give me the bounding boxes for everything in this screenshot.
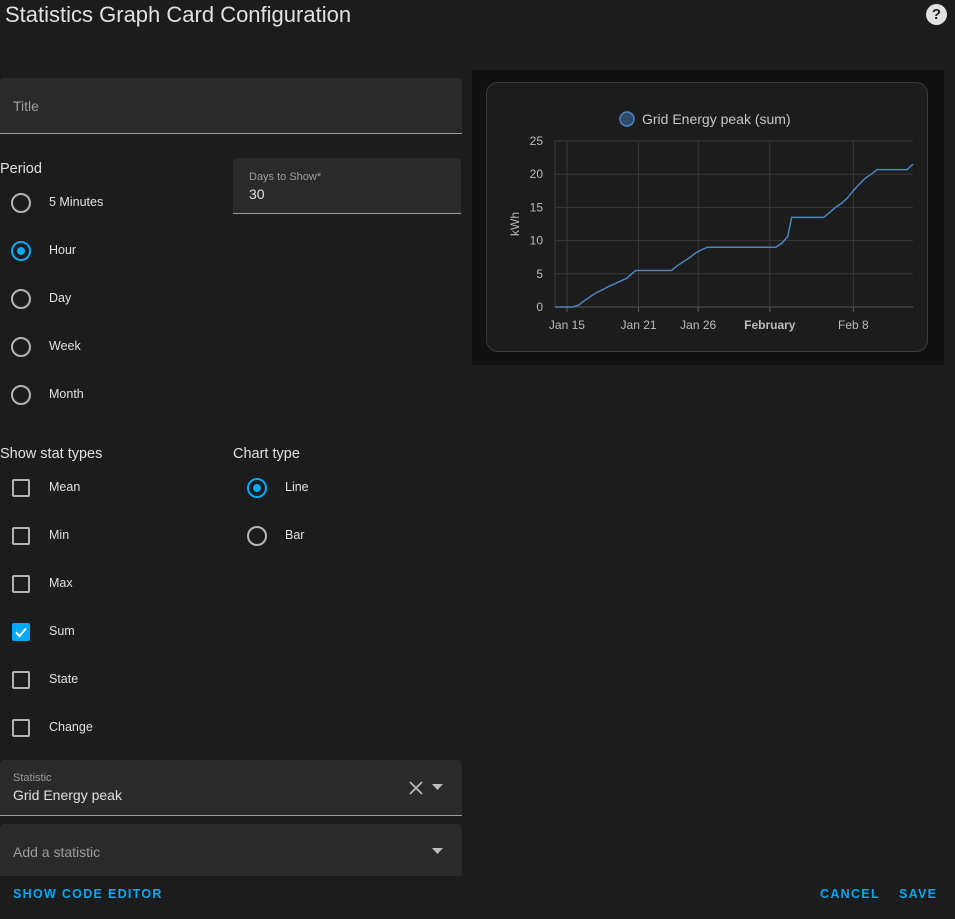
period-option-label: Day	[49, 291, 72, 305]
x-tick-label: Jan 26	[680, 318, 716, 332]
chart-type-label: Chart type	[233, 446, 300, 462]
add-statistic-picker[interactable]: Add a statistic	[0, 824, 462, 876]
add-statistic-placeholder: Add a statistic	[13, 844, 101, 860]
chart-type-option-label: Bar	[285, 528, 305, 542]
legend-label: Grid Energy peak (sum)	[642, 111, 791, 127]
statistic-label: Statistic	[13, 772, 52, 784]
period-option-5-minutes[interactable]: 5 Minutes	[11, 191, 103, 215]
stat-type-label: State	[49, 672, 79, 686]
days-to-show-label: Days to Show*	[249, 171, 322, 183]
x-tick-label: February	[744, 318, 796, 332]
period-option-label: Hour	[49, 243, 77, 257]
checkbox-sum[interactable]	[12, 623, 30, 641]
stat-type-label: Max	[49, 576, 73, 590]
radio-line[interactable]	[247, 478, 267, 498]
stat-type-mean[interactable]: Mean	[12, 476, 80, 500]
days-to-show-field[interactable]: Days to Show* 30	[233, 158, 461, 214]
x-tick-label: Jan 21	[621, 318, 657, 332]
x-tick-label: Jan 15	[549, 318, 585, 332]
check-icon	[15, 627, 27, 638]
y-tick-label: 15	[530, 200, 544, 214]
period-option-day[interactable]: Day	[11, 287, 71, 311]
period-option-label: Month	[49, 387, 84, 401]
checkbox-state[interactable]	[12, 671, 30, 689]
close-icon[interactable]	[409, 781, 423, 795]
show-code-editor-button[interactable]: SHOW CODE EDITOR	[13, 887, 163, 901]
period-option-label: 5 Minutes	[49, 195, 104, 209]
statistics-graph-card: 0 5 10 15 20 25 Jan 15 Jan 21 Jan 26 February Feb …	[486, 82, 928, 352]
stat-type-label: Min	[49, 528, 70, 542]
arrow-drop-down-icon[interactable]	[432, 784, 443, 791]
period-option-week[interactable]: Week	[11, 335, 81, 359]
title-placeholder: Title	[13, 98, 39, 114]
help-circle-icon[interactable]: ?	[926, 4, 947, 25]
chart-type-option-label: Line	[285, 480, 309, 494]
days-to-show-value: 30	[249, 186, 265, 202]
arrow-drop-down-icon[interactable]	[432, 848, 443, 855]
checkbox-min[interactable]	[12, 527, 30, 545]
period-option-month[interactable]: Month	[11, 383, 84, 407]
title-field[interactable]: Title	[0, 78, 462, 134]
radio-day[interactable]	[11, 289, 31, 309]
y-tick-label: 0	[536, 300, 543, 314]
series-line	[555, 163, 914, 308]
radio-month[interactable]	[11, 385, 31, 405]
radio-5-minutes[interactable]	[11, 193, 31, 213]
x-tick-label: Feb 8	[838, 318, 869, 332]
y-axis-label: kWh	[508, 212, 522, 236]
checkbox-change[interactable]	[12, 719, 30, 737]
y-tick-label: 5	[536, 267, 543, 281]
radio-bar[interactable]	[247, 526, 267, 546]
statistic-picker[interactable]: Statistic Grid Energy peak	[0, 760, 462, 816]
period-option-hour[interactable]: Hour	[11, 239, 76, 263]
stat-type-label: Sum	[49, 624, 75, 638]
dialog-title: Statistics Graph Card Configuration	[5, 2, 352, 27]
period-label: Period	[0, 161, 42, 177]
save-button[interactable]: SAVE	[899, 887, 937, 901]
chart-type-bar[interactable]: Bar	[247, 524, 304, 548]
stat-type-label: Mean	[49, 480, 81, 494]
radio-week[interactable]	[11, 337, 31, 357]
legend-marker	[619, 111, 635, 127]
period-option-label: Week	[49, 339, 81, 353]
chart-type-line[interactable]: Line	[247, 476, 309, 500]
stat-type-label: Change	[49, 720, 93, 734]
radio-hour[interactable]	[11, 241, 31, 261]
cancel-button[interactable]: CANCEL	[820, 887, 880, 901]
y-tick-label: 10	[530, 234, 544, 248]
stat-type-max[interactable]: Max	[12, 572, 73, 596]
stat-type-change[interactable]: Change	[12, 716, 93, 740]
statistics-chart: 0 5 10 15 20 25 Jan 15 Jan 21 Jan 26 February Feb …	[508, 111, 914, 332]
stat-type-sum[interactable]: Sum	[12, 620, 75, 644]
stat-type-state[interactable]: State	[12, 668, 78, 692]
checkbox-max[interactable]	[12, 575, 30, 593]
stat-type-min[interactable]: Min	[12, 524, 69, 548]
statistic-value: Grid Energy peak	[13, 787, 122, 803]
stat-types-label: Show stat types	[0, 446, 103, 462]
checkbox-mean[interactable]	[12, 479, 30, 497]
y-tick-label: 25	[530, 134, 544, 148]
y-tick-label: 20	[530, 167, 544, 181]
